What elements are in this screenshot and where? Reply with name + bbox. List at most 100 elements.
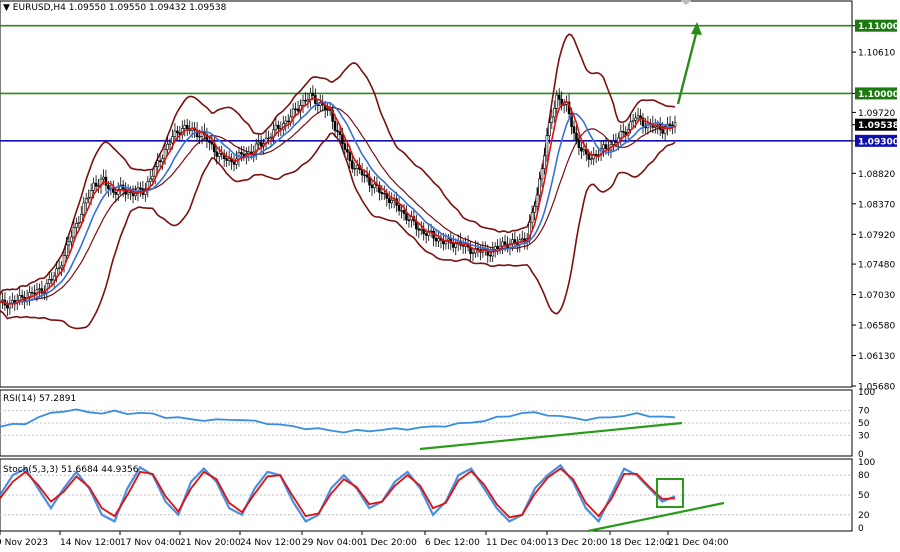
candle-body <box>614 141 618 143</box>
candle-body <box>67 241 71 246</box>
chart-header: ▼ EURUSD,H4 1.09550 1.09550 1.09432 1.09… <box>3 3 227 13</box>
candle-body <box>365 174 369 178</box>
candle-body <box>417 228 421 231</box>
candle-body <box>286 120 290 123</box>
candle-body <box>107 184 110 190</box>
candle-body <box>294 108 297 111</box>
candle-body <box>341 134 344 144</box>
candle-body <box>166 143 169 150</box>
candle-body <box>602 144 605 150</box>
candle-body <box>215 151 219 157</box>
candle-body <box>575 132 578 141</box>
candle-body <box>533 206 536 213</box>
candle-body <box>171 136 174 144</box>
candle-body <box>562 104 566 106</box>
y-tick-label: 1.07920 <box>858 231 895 241</box>
candle-body <box>185 124 189 129</box>
candle-body <box>350 160 354 169</box>
candle-body <box>535 194 539 207</box>
candle-body <box>587 153 591 160</box>
y-tick-label: 1.11000 <box>858 22 899 32</box>
candle-body <box>653 125 657 128</box>
rsi-y-tick-label: 50 <box>858 419 870 429</box>
candle-body <box>126 191 130 195</box>
candle-body <box>397 204 401 211</box>
candle-body <box>291 108 295 118</box>
candle-body <box>114 192 118 195</box>
y-tick-label: 1.10000 <box>858 90 899 100</box>
candle-body <box>168 142 172 145</box>
candle-body <box>30 291 34 294</box>
candle-body <box>304 100 307 102</box>
candle-body <box>572 126 576 134</box>
candle-body <box>38 288 41 291</box>
candle-body <box>139 187 142 190</box>
stoch-y-tick-label: 20 <box>858 511 870 521</box>
y-tick-label: 1.09300 <box>858 137 899 147</box>
candle-body <box>390 199 393 204</box>
candle-body <box>582 149 586 152</box>
rsi-y-tick-label: 70 <box>858 407 870 417</box>
candle-body <box>346 149 349 153</box>
x-tick-label: 9 Nov 2023 <box>0 538 48 548</box>
candle-body <box>47 279 51 284</box>
candle-body <box>636 115 640 119</box>
candle-body <box>112 187 115 193</box>
y-tick-label: 1.08370 <box>858 200 895 210</box>
candle-body <box>370 184 374 189</box>
candle-body <box>151 175 155 180</box>
candle-body <box>6 304 9 309</box>
x-tick-label: 24 Nov 12:00 <box>240 538 301 548</box>
candle-body <box>301 100 305 106</box>
candle-body <box>552 108 556 118</box>
candle-body <box>353 168 357 170</box>
stoch-y-tick-label: 50 <box>858 491 870 501</box>
candle-body <box>363 174 366 177</box>
candle-body <box>434 237 438 242</box>
candle-body <box>57 267 61 270</box>
candle-body <box>594 154 598 156</box>
candle-body <box>343 143 347 150</box>
candle-body <box>520 238 524 241</box>
x-tick-label: 21 Nov 20:00 <box>180 538 241 548</box>
candle-body <box>72 227 76 238</box>
candle-body <box>557 94 561 100</box>
x-tick-label: 1 Dec 20:00 <box>362 538 417 548</box>
candle-body <box>543 155 546 170</box>
candle-body <box>634 117 637 121</box>
candle-body <box>20 295 24 298</box>
candle-body <box>471 252 475 254</box>
candle-body <box>50 279 54 281</box>
y-tick-label: 1.08820 <box>858 170 895 180</box>
candle-body <box>555 94 559 109</box>
candle-body <box>530 212 534 223</box>
candle-body <box>257 142 260 145</box>
y-tick-label: 1.07480 <box>858 261 895 271</box>
candle-body <box>161 158 164 163</box>
candle-body <box>419 228 423 231</box>
candle-body <box>77 222 81 224</box>
candle-body <box>55 268 58 277</box>
candle-body <box>454 243 458 248</box>
candle-body <box>33 292 36 295</box>
candle-body <box>540 168 544 180</box>
candle-body <box>661 129 664 134</box>
candle-body <box>348 151 352 162</box>
candle-body <box>277 124 280 129</box>
candle-body <box>210 142 214 145</box>
candle-body <box>373 183 376 189</box>
candle-body <box>488 254 492 257</box>
candle-body <box>437 238 440 242</box>
candle-body <box>493 246 497 250</box>
x-tick-label: 13 Dec 20:00 <box>547 538 608 548</box>
x-tick-label: 21 Dec 04:00 <box>668 538 729 548</box>
y-tick-label: 1.06130 <box>858 352 895 362</box>
candle-body <box>306 99 310 102</box>
candle-body <box>267 137 270 140</box>
candle-body <box>217 153 221 157</box>
candle-body <box>580 147 583 152</box>
candle-body <box>400 210 403 212</box>
candle-body <box>176 130 179 134</box>
candle-body <box>269 136 273 139</box>
low-value: 1.09432 <box>149 3 186 13</box>
